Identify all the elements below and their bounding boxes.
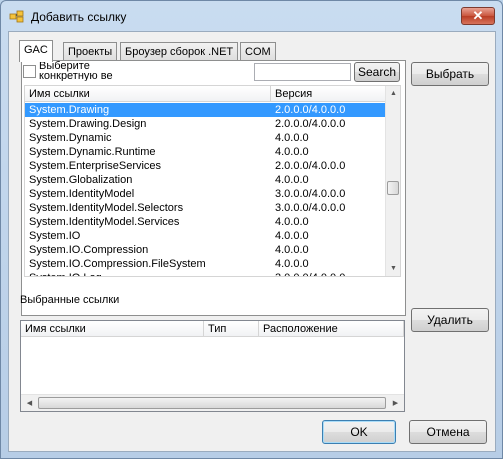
version-cell: 4.0.0.0: [275, 216, 309, 228]
reference-name-cell: System.IO.Log: [29, 271, 102, 276]
gac-list-row[interactable]: System.IO 4.0.0.0: [25, 229, 385, 243]
gac-list-row[interactable]: System.IdentityModel 3.0.0.0/4.0.0.0: [25, 187, 385, 201]
reference-name-cell: System.IdentityModel: [29, 188, 135, 200]
version-cell: 3.0.0.0/4.0.0.0: [275, 188, 346, 200]
search-button[interactable]: Search: [354, 62, 400, 82]
horizontal-scroll-thumb[interactable]: [38, 397, 386, 409]
close-button[interactable]: ✕: [461, 7, 495, 25]
version-cell: 4.0.0.0: [275, 132, 309, 144]
gac-list-row[interactable]: System.Dynamic 4.0.0.0: [25, 131, 385, 145]
version-cell: 4.0.0.0: [275, 146, 309, 158]
gac-reference-list[interactable]: Имя ссылки Версия System.Drawing 2.0.0.0/…: [24, 85, 401, 277]
search-input[interactable]: [254, 63, 351, 81]
version-cell: 2.0.0.0/4.0.0.0: [275, 160, 346, 172]
reference-name-cell: System.IO.Compression.FileSystem: [29, 258, 206, 270]
cancel-button[interactable]: Отмена: [409, 420, 487, 444]
reference-name-cell: System.Drawing.Design: [29, 118, 147, 130]
column-header-reference-name[interactable]: Имя ссылки: [25, 86, 271, 102]
selected-horizontal-scrollbar[interactable]: ◀ ▶: [21, 394, 404, 411]
version-cell: 3.0.0.0/4.0.0.0: [275, 202, 346, 214]
app-icon: [9, 10, 24, 23]
selected-references-list[interactable]: Имя ссылки Тип Расположение ◀ ▶: [20, 320, 405, 412]
version-cell: 4.0.0.0: [275, 174, 309, 186]
reference-name-cell: System.IO: [29, 230, 81, 242]
version-cell: 4.0.0.0: [275, 230, 309, 242]
remove-button[interactable]: Удалить: [411, 308, 489, 332]
column-header-reference-name-selected[interactable]: Имя ссылки: [21, 321, 204, 337]
close-icon: ✕: [472, 8, 484, 23]
reference-name-cell: System.Globalization: [29, 174, 133, 186]
scroll-up-icon[interactable]: ▲: [386, 86, 400, 101]
gac-list-row[interactable]: System.IO.Compression 4.0.0.0: [25, 243, 385, 257]
gac-list-row[interactable]: System.Drawing 2.0.0.0/4.0.0.0: [25, 103, 385, 117]
gac-list-row[interactable]: System.IdentityModel.Selectors 3.0.0.0/4.…: [25, 201, 385, 215]
tab-net-assembly-browser[interactable]: Броузер сборок .NET: [120, 42, 239, 62]
gac-list-row[interactable]: System.Drawing.Design 2.0.0.0/4.0.0.0: [25, 117, 385, 131]
column-header-type[interactable]: Тип: [204, 321, 259, 337]
scroll-thumb[interactable]: [387, 181, 399, 196]
scroll-left-icon[interactable]: ◀: [22, 396, 37, 411]
scroll-down-icon[interactable]: ▼: [386, 261, 400, 276]
column-header-version[interactable]: Версия: [271, 86, 386, 102]
gac-list-row[interactable]: System.Dynamic.Runtime 4.0.0.0: [25, 145, 385, 159]
version-cell: 2.0.0.0/4.0.0.0: [275, 104, 346, 116]
tab-gac[interactable]: GAC: [19, 40, 53, 62]
select-button[interactable]: Выбрать: [411, 62, 489, 86]
scroll-right-icon[interactable]: ▶: [388, 396, 403, 411]
dialog-client-area: GAC Проекты Броузер сборок .NET COM Выбе…: [8, 31, 496, 452]
window-title: Добавить ссылку: [31, 10, 127, 24]
column-header-location[interactable]: Расположение: [259, 321, 404, 337]
version-cell: 3.0.0.0/4.0.0.0: [275, 271, 345, 276]
tab-com[interactable]: COM: [240, 42, 276, 62]
reference-name-cell: System.EnterpriseServices: [29, 160, 162, 172]
reference-name-cell: System.IdentityModel.Selectors: [29, 202, 184, 214]
title-bar[interactable]: Добавить ссылку ✕: [1, 1, 502, 31]
reference-name-cell: System.IdentityModel.Services: [29, 216, 180, 228]
selected-references-label: Выбранные ссылки: [20, 294, 120, 306]
version-cell: 4.0.0.0: [275, 258, 309, 270]
specific-version-checkbox[interactable]: [23, 65, 36, 78]
specific-version-label: Выберите конкретную ве: [39, 61, 113, 81]
gac-list-row[interactable]: System.IO.Compression.FileSystem 4.0.0.0: [25, 257, 385, 271]
reference-name-cell: System.Dynamic: [29, 132, 112, 144]
reference-name-cell: System.Dynamic.Runtime: [29, 146, 156, 158]
ok-button[interactable]: OK: [322, 420, 396, 444]
version-cell: 2.0.0.0/4.0.0.0: [275, 118, 346, 130]
gac-list-row[interactable]: System.EnterpriseServices 2.0.0.0/4.0.0.0: [25, 159, 385, 173]
reference-name-cell: System.Drawing: [29, 104, 110, 116]
gac-list-row[interactable]: System.IdentityModel.Services 4.0.0.0: [25, 215, 385, 229]
gac-list-row[interactable]: System.IO.Log 3.0.0.0/4.0.0.0: [25, 271, 385, 276]
add-reference-dialog: Добавить ссылку ✕ GAC Проекты Броузер сб…: [0, 0, 503, 459]
version-cell: 4.0.0.0: [275, 244, 309, 256]
gac-list-row[interactable]: System.Globalization 4.0.0.0: [25, 173, 385, 187]
gac-vertical-scrollbar[interactable]: ▲ ▼: [385, 86, 400, 276]
reference-name-cell: System.IO.Compression: [29, 244, 149, 256]
tab-projects[interactable]: Проекты: [63, 42, 118, 62]
